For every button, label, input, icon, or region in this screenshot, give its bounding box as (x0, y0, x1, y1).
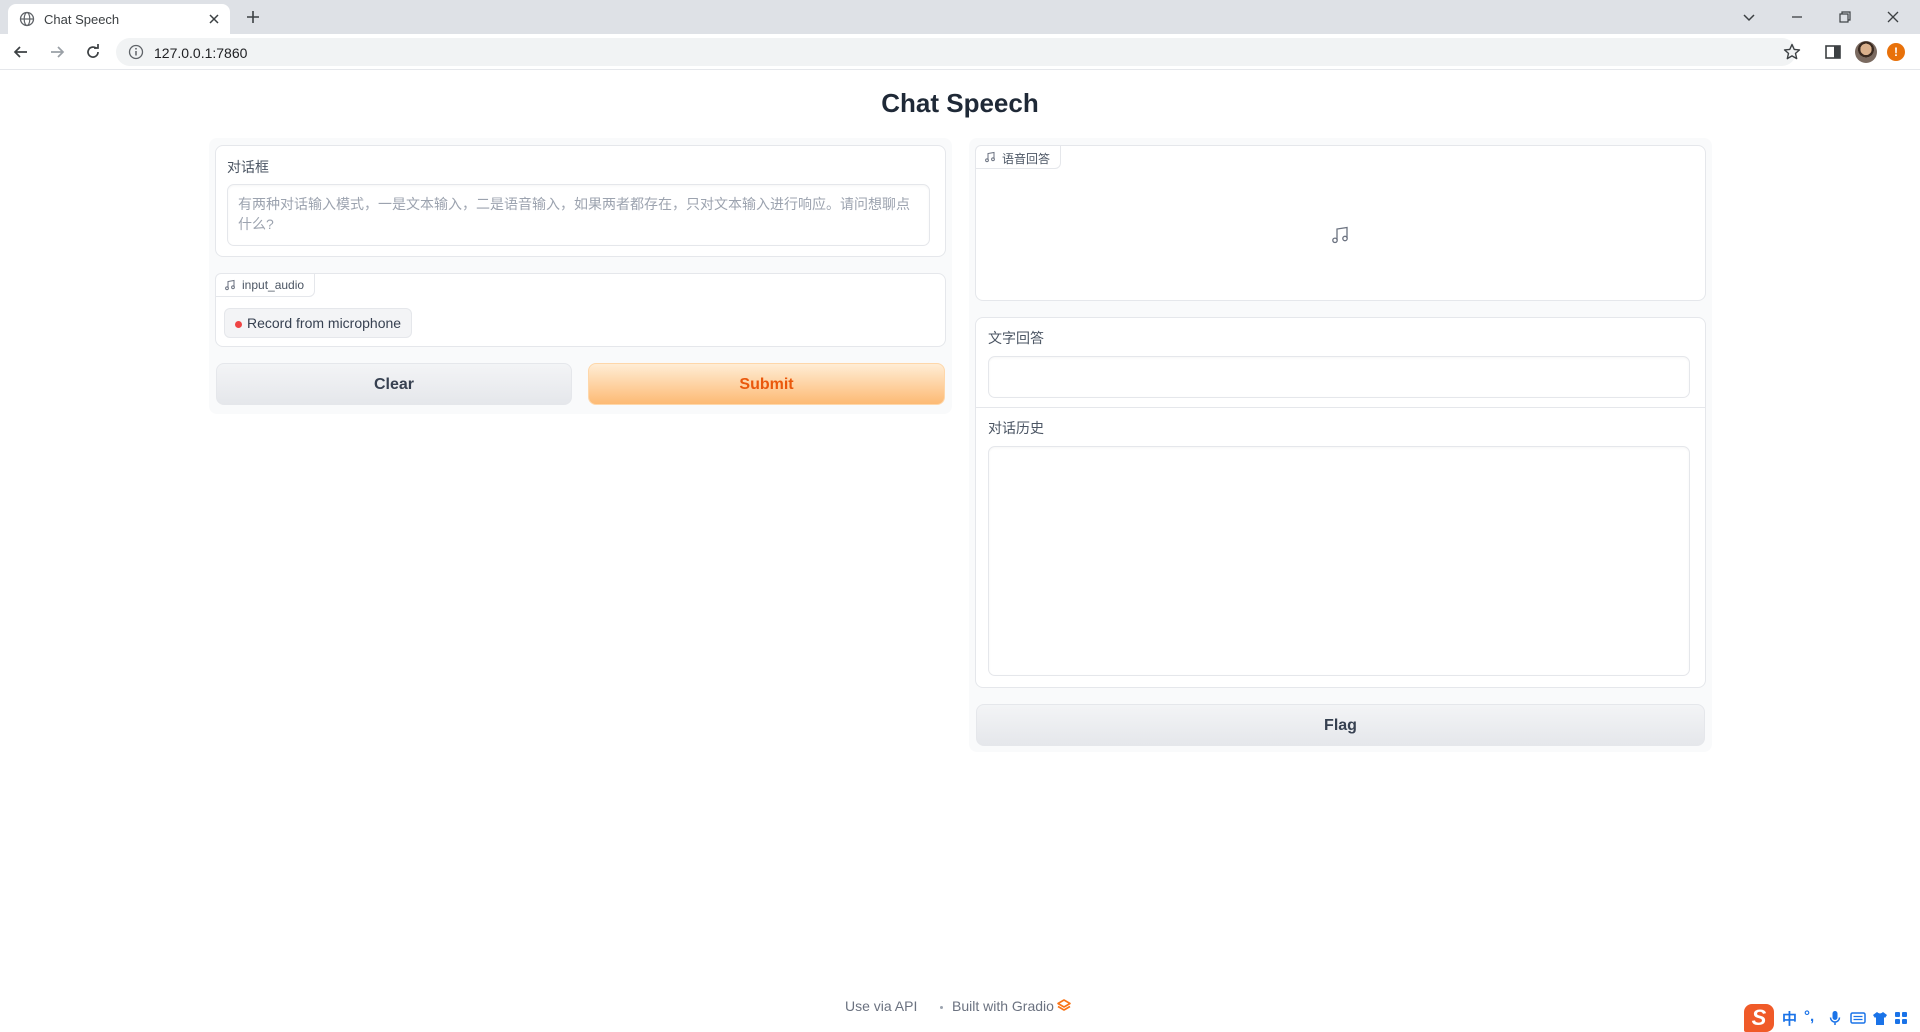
close-window-icon[interactable] (1884, 8, 1902, 26)
skin-icon[interactable] (1872, 1010, 1888, 1026)
address-bar[interactable]: 127.0.0.1:7860 (116, 38, 1801, 66)
record-button-label: Record from microphone (247, 315, 402, 331)
right-column: 语音回答 文字回答 对话历史 Flag (969, 138, 1712, 752)
tab-search-chevron-icon[interactable] (1740, 8, 1758, 26)
browser-toolbar: 127.0.0.1:7860 ! (0, 34, 1920, 70)
browser-tab[interactable]: Chat Speech (8, 4, 230, 34)
audio-empty-music-icon (1332, 226, 1348, 244)
audio-input-label-text: input_audio (242, 278, 305, 292)
history-textarea[interactable] (988, 446, 1690, 676)
text-answer-textbox[interactable] (988, 356, 1690, 398)
tab-title: Chat Speech (44, 12, 120, 27)
footer-separator (940, 1006, 943, 1009)
clear-button[interactable]: Clear (216, 363, 572, 405)
new-tab-icon[interactable] (244, 8, 262, 26)
audio-output-label-text: 语音回答 (1002, 152, 1051, 166)
update-alert-icon[interactable]: ! (1887, 43, 1905, 61)
restore-icon[interactable] (1836, 8, 1854, 26)
submit-button[interactable]: Submit (588, 363, 945, 405)
history-label: 对话历史 (988, 420, 1044, 436)
text-output-group: 文字回答 对话历史 (975, 317, 1706, 688)
bookmark-star-icon[interactable] (1782, 42, 1802, 62)
keyboard-icon[interactable] (1850, 1011, 1866, 1025)
audio-input-label: input_audio (215, 273, 316, 297)
side-panel-icon[interactable] (1823, 42, 1843, 62)
use-via-api-link[interactable]: Use via API (845, 998, 917, 1014)
record-dot-icon (235, 321, 242, 328)
left-column: 对话框 有两种对话输入模式，一是文本输入，二是语音输入，如果两者都存在，只对文本… (209, 138, 952, 414)
minimize-icon[interactable] (1788, 8, 1806, 26)
built-with-gradio-link[interactable]: Built with Gradio (952, 998, 1054, 1014)
music-note-icon (985, 151, 995, 163)
audio-input-block: input_audio Record from microphone (215, 273, 946, 347)
gradio-logo-icon (1057, 999, 1071, 1011)
apps-icon[interactable] (1894, 1011, 1908, 1025)
ime-language-toggle[interactable]: 中 (1782, 1008, 1797, 1029)
globe-icon (19, 11, 35, 27)
ime-punctuation-toggle[interactable]: °, (1804, 1008, 1814, 1025)
dialog-textarea[interactable]: 有两种对话输入模式，一是文本输入，二是语音输入，如果两者都存在，只对文本输入进行… (227, 184, 930, 246)
audio-output-label: 语音回答 (975, 145, 1062, 169)
dialog-placeholder: 有两种对话输入模式，一是文本输入，二是语音输入，如果两者都存在，只对文本输入进行… (238, 196, 910, 232)
text-output-label: 文字回答 (988, 330, 1044, 346)
text-input-block: 对话框 有两种对话输入模式，一是文本输入，二是语音输入，如果两者都存在，只对文本… (215, 145, 946, 257)
back-arrow-icon[interactable] (11, 42, 31, 62)
forward-arrow-icon[interactable] (47, 42, 67, 62)
music-note-icon (225, 279, 235, 291)
record-from-microphone-button[interactable]: Record from microphone (224, 308, 413, 338)
url-text: 127.0.0.1:7860 (154, 45, 248, 61)
microphone-icon[interactable] (1828, 1010, 1842, 1026)
audio-output-block: 语音回答 (975, 145, 1706, 301)
profile-avatar[interactable] (1855, 41, 1877, 63)
close-tab-icon[interactable] (206, 11, 222, 27)
site-info-icon[interactable] (128, 44, 144, 60)
text-input-label: 对话框 (227, 159, 269, 175)
page-title: Chat Speech (881, 88, 1039, 118)
ime-logo[interactable]: S (1744, 1004, 1774, 1032)
group-divider (976, 407, 1705, 408)
ime-toolbar: S 中 °, (1742, 1004, 1920, 1032)
reload-icon[interactable] (83, 42, 103, 62)
flag-button[interactable]: Flag (976, 704, 1705, 746)
browser-tab-strip: Chat Speech (0, 0, 1920, 34)
